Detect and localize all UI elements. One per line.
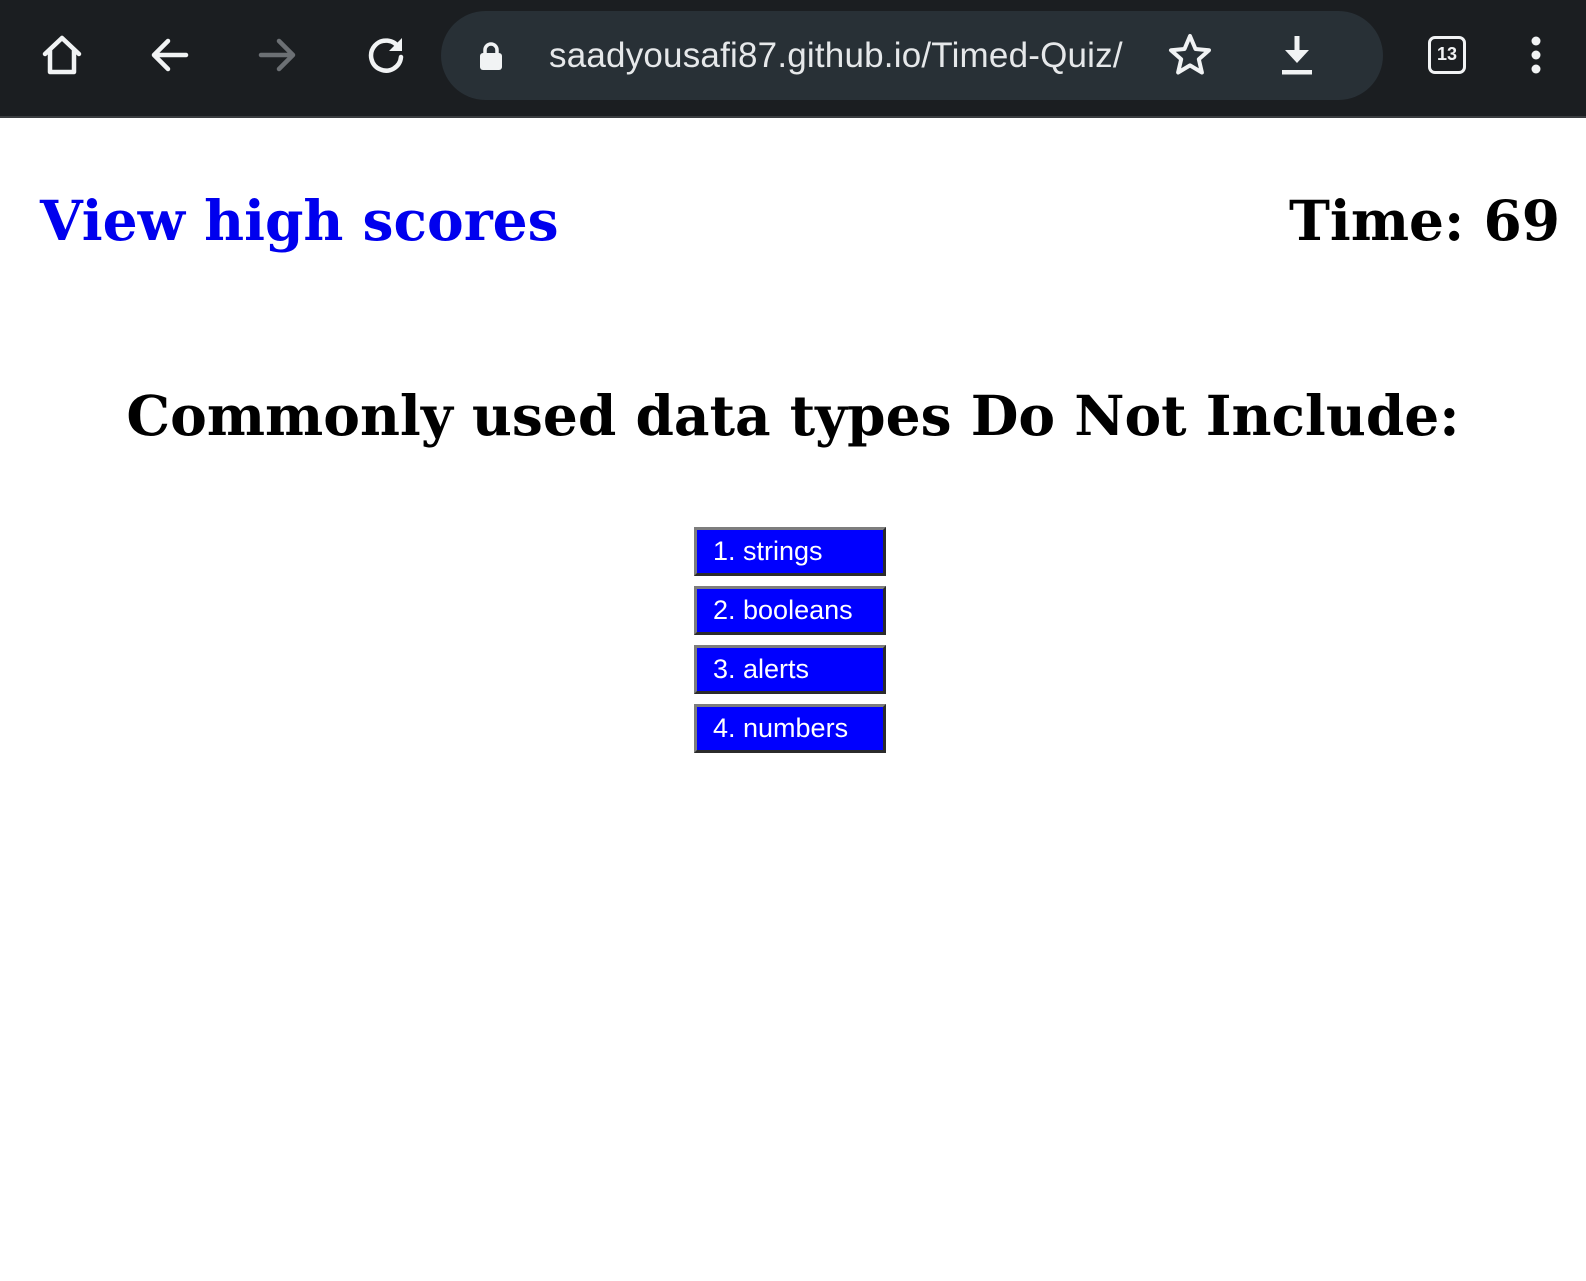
reload-icon[interactable] [362,31,410,79]
forward-icon[interactable] [253,31,301,79]
answer-button-4[interactable]: 4. numbers [694,704,886,753]
answer-button-3[interactable]: 3. alerts [694,645,886,694]
answer-button-2[interactable]: 2. booleans [694,586,886,635]
question-text: Commonly used data types Do Not Include: [126,383,1460,448]
view-high-scores-link[interactable]: View high scores [40,188,559,253]
answer-list: 1. strings 2. booleans 3. alerts 4. numb… [694,527,886,763]
timer: Time: 69 [1289,188,1560,253]
browser-toolbar: saadyousafi87.github.io/Timed-Quiz/ 13 [0,0,1586,118]
url-text[interactable]: saadyousafi87.github.io/Timed-Quiz/ [549,11,1123,100]
star-icon[interactable] [1166,31,1214,79]
url-bar[interactable]: saadyousafi87.github.io/Timed-Quiz/ [441,11,1383,100]
home-icon[interactable] [38,31,86,79]
lock-icon [480,42,502,70]
menu-icon[interactable] [1512,31,1560,79]
tabs-icon[interactable]: 13 [1428,36,1466,74]
back-icon[interactable] [146,31,194,79]
answer-button-1[interactable]: 1. strings [694,527,886,576]
download-icon[interactable] [1273,31,1321,79]
